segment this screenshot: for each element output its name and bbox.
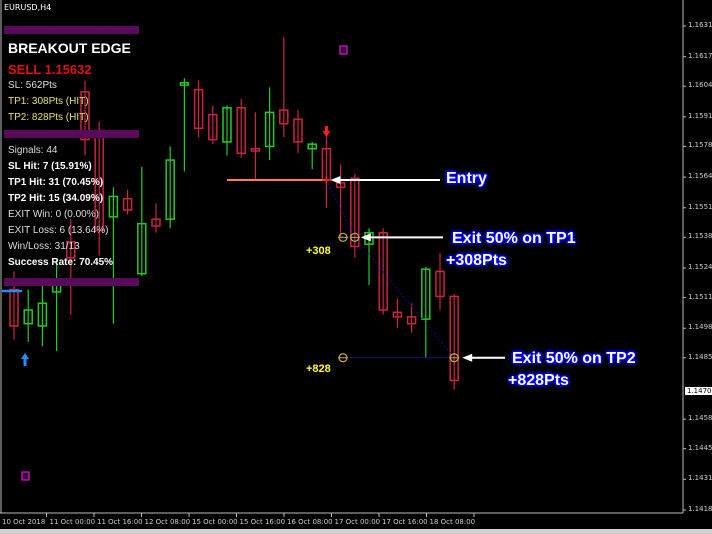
price-tick-label: 1.14450 [688, 443, 712, 452]
panel-tp1: TP1: 308Pts (HIT) [8, 96, 89, 107]
panel-signal: SELL 1.15632 [8, 62, 92, 77]
annotation-entry: Entry [446, 170, 487, 187]
time-tick-label: 12 Oct 08:00 [144, 518, 191, 526]
price-tick-label: 1.16045 [688, 81, 712, 90]
panel-sl: SL: 562Pts [8, 80, 57, 91]
signal-box-icon [339, 45, 348, 55]
price-tick-label: 1.14315 [688, 474, 712, 483]
price-tick-label: 1.15645 [688, 172, 712, 181]
time-tick-label: 15 Oct 16:00 [239, 518, 286, 526]
time-tick-label: 15 Oct 00:00 [192, 518, 238, 526]
current-price-label: 1.14706 [685, 387, 712, 395]
stat-success-rate: Success Rate: 70.45% [8, 257, 114, 268]
time-tick-label: 17 Oct 16:00 [382, 518, 428, 526]
price-tick-label: 1.15380 [688, 232, 712, 241]
price-tick-label: 1.15245 [688, 263, 712, 271]
price-tick-label: 1.14850 [688, 352, 712, 361]
annotation-tp1-line2: +308Pts [446, 252, 507, 269]
price-tick-label: 1.14980 [688, 323, 712, 332]
price-tick-label: 1.15910 [688, 111, 712, 120]
annotation-tp1-line1: Exit 50% on TP1 [452, 230, 576, 247]
price-tick-label: 1.14180 [688, 505, 712, 513]
price-tick-label: 1.16175 [688, 51, 712, 60]
time-tick-label: 10 Oct 2018 [2, 518, 46, 526]
price-tick-label: 1.15115 [688, 292, 712, 301]
price-tick-label: 1.14580 [688, 414, 712, 423]
price-tick-label: 1.16310 [688, 21, 712, 29]
price-tick-label: 1.15510 [688, 202, 712, 211]
chart-symbol-title: EURUSD,H4 [4, 3, 52, 12]
stat-exit-loss: EXIT Loss: 6 (13.64%) [8, 225, 109, 236]
signal-box-icon [21, 471, 30, 481]
annotation-tp2-line1: Exit 50% on TP2 [512, 350, 636, 367]
stat-tp1-hit: TP1 Hit: 31 (70.45%) [8, 177, 104, 188]
tp2-marker-label: +828 [306, 363, 331, 375]
tp1-marker-label: +308 [306, 245, 331, 257]
stat-tp2-hit: TP2 Hit: 15 (34.09%) [8, 193, 104, 204]
time-tick-label: 18 Oct 08:00 [429, 518, 476, 526]
time-tick-label: 17 Oct 00:00 [334, 518, 381, 526]
panel-middle-bar [4, 130, 139, 138]
panel-top-bar [4, 26, 139, 34]
panel-bottom-bar [4, 278, 139, 286]
time-tick-label: 11 Oct 16:00 [97, 518, 143, 526]
stat-exit-win: EXIT Win: 0 (0.00%) [8, 209, 99, 220]
panel-title: BREAKOUT EDGE [8, 40, 131, 56]
stat-sl-hit: SL Hit: 7 (15.91%) [8, 161, 92, 172]
stat-win-loss: Win/Loss: 31/13 [8, 241, 80, 252]
price-tick-label: 1.15780 [688, 141, 712, 150]
time-tick-label: 11 Oct 00:00 [49, 518, 96, 526]
stat-signals: Signals: 44 [8, 145, 58, 156]
time-tick-label: 16 Oct 08:00 [287, 518, 333, 526]
panel-tp2: TP2: 828Pts (HIT) [8, 112, 89, 123]
annotation-tp2-line2: +828Pts [508, 372, 569, 389]
